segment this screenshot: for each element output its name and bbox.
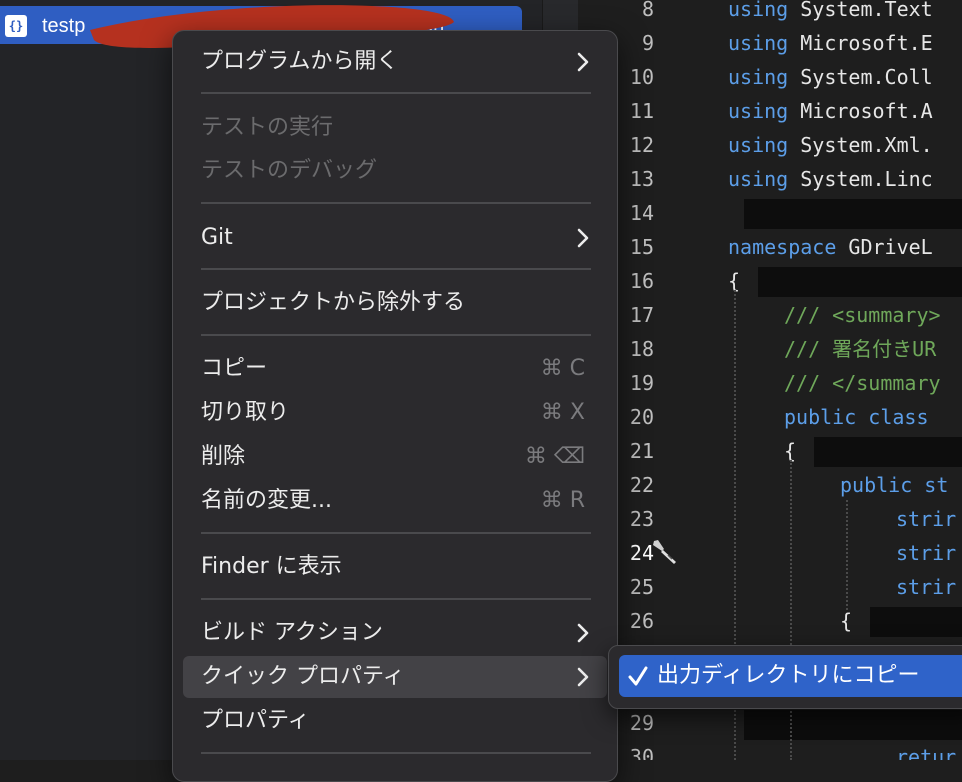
menu-item-label: プロパティ [201, 708, 310, 733]
code-line: /// </summary [784, 366, 941, 400]
menu-separator [201, 268, 591, 270]
menu-item-label: 切り取り [201, 400, 290, 425]
code-line: strir [896, 502, 956, 536]
code-keyword: retur [896, 745, 957, 760]
menu-item-label: ビルド アクション [201, 620, 383, 645]
code-line: /// <summary> [784, 298, 941, 332]
indent-guide [846, 500, 848, 610]
context-menu: プログラムから開く テストの実行 テストのデバッグ Git プロジェクトから除外… [172, 30, 618, 782]
code-keyword: namespace [728, 235, 837, 259]
menu-separator [201, 532, 591, 534]
code-line: using System.Xml. [728, 128, 933, 162]
chevron-right-icon [577, 228, 589, 248]
code-keyword: using [728, 65, 789, 89]
code-line: using System.Coll [728, 60, 933, 94]
checkmark-icon [628, 666, 648, 686]
code-line: using Microsoft.A [728, 94, 933, 128]
code-keyword: strir [896, 541, 957, 565]
line-number: 8 [641, 0, 654, 21]
screwdriver-icon[interactable] [650, 537, 680, 567]
code-comment: /// </summary [784, 371, 941, 395]
menu-separator [201, 598, 591, 600]
code-line: using System.Linc [728, 162, 933, 196]
code-line: using System.Text [728, 0, 933, 26]
chevron-right-icon [577, 52, 589, 72]
menu-item-label: Finder に表示 [201, 554, 342, 579]
code-comment: /// <summary> [784, 303, 941, 327]
menu-item-label: テストのデバッグ [201, 158, 378, 183]
menu-item-label: テストの実行 [201, 115, 334, 140]
redacted-block [744, 199, 962, 229]
file-name-label: testp [42, 15, 86, 37]
code-keyword: strir [896, 507, 957, 531]
code-line: namespace GDriveL [728, 230, 933, 264]
menu-item-label: プロジェクトから除外する [201, 290, 466, 315]
menu-item-label: プログラムから開く [201, 49, 399, 74]
redacted-block [814, 437, 962, 467]
menu-item-label: コピー [201, 356, 268, 381]
code-line: using Microsoft.E [728, 26, 933, 60]
chevron-right-icon [577, 623, 589, 643]
code-keyword: using [728, 167, 789, 191]
menu-item-copy-to-output-directory[interactable]: 出力ディレクトリにコピー [619, 655, 962, 697]
quick-properties-submenu: 出力ディレクトリにコピー [608, 645, 962, 709]
menu-item-label: クイック プロパティ [201, 664, 405, 689]
indent-guide [790, 460, 792, 760]
code-keyword: using [728, 133, 789, 157]
code-text: GDriveL [836, 235, 933, 259]
menu-separator [201, 92, 591, 94]
redacted-block [870, 607, 962, 637]
code-text: System.Coll [788, 65, 933, 89]
menu-item-label: 名前の変更... [201, 488, 332, 513]
code-keyword: public class [784, 405, 929, 429]
menu-item-debug-tests: テストのデバッグ [183, 150, 607, 192]
code-text: System.Text [788, 0, 933, 21]
menu-item-label: 削除 [201, 444, 246, 469]
code-line: public st [840, 468, 948, 502]
code-keyword: strir [896, 575, 957, 599]
code-line: strir [896, 570, 956, 604]
code-line: strir [896, 536, 956, 570]
chevron-right-icon [577, 667, 589, 687]
menu-item-properties[interactable]: プロパティ [183, 700, 607, 742]
redacted-block [744, 710, 962, 740]
code-keyword: using [728, 99, 789, 123]
menu-separator [201, 752, 591, 754]
code-text: Microsoft.E [788, 31, 933, 55]
menu-item-build-action[interactable]: ビルド アクション [183, 612, 607, 654]
menu-item-delete[interactable]: 削除 ⌘ ⌫ [183, 436, 607, 478]
code-keyword: public st [840, 473, 949, 497]
shortcut-hint: ⌘ R [540, 488, 585, 513]
code-comment: /// 署名付きUR [784, 337, 937, 361]
menu-separator [201, 202, 591, 204]
menu-item-quick-properties[interactable]: クイック プロパティ [183, 656, 607, 698]
code-line: /// 署名付きUR [784, 332, 936, 366]
menu-item-label: 出力ディレクトリにコピー [657, 663, 920, 688]
code-line: retur [896, 740, 956, 760]
menu-item-rename[interactable]: 名前の変更... ⌘ R [183, 480, 607, 522]
menu-item-git[interactable]: Git [183, 217, 607, 259]
shortcut-hint: ⌘ X [540, 400, 585, 425]
code-text: { [840, 609, 853, 633]
menu-item-copy[interactable]: コピー ⌘ C [183, 348, 607, 390]
menu-item-open-with[interactable]: プログラムから開く [183, 41, 607, 83]
menu-item-reveal-in-finder[interactable]: Finder に表示 [183, 546, 607, 588]
shortcut-hint: ⌘ C [540, 356, 585, 381]
code-text: System.Linc [788, 167, 933, 191]
code-text: Microsoft.A [788, 99, 933, 123]
menu-item-run-tests: テストの実行 [183, 107, 607, 149]
code-text: System.Xml. [788, 133, 933, 157]
menu-item-label: Git [201, 225, 233, 250]
code-keyword: using [728, 31, 789, 55]
menu-separator [201, 334, 591, 336]
redacted-block [758, 267, 962, 297]
code-line: public class [784, 400, 929, 434]
shortcut-hint: ⌘ ⌫ [524, 444, 585, 469]
menu-item-cut[interactable]: 切り取り ⌘ X [183, 392, 607, 434]
code-keyword: using [728, 0, 789, 21]
menu-item-exclude-from-project[interactable]: プロジェクトから除外する [183, 282, 607, 324]
json-file-icon: {} [5, 15, 27, 37]
